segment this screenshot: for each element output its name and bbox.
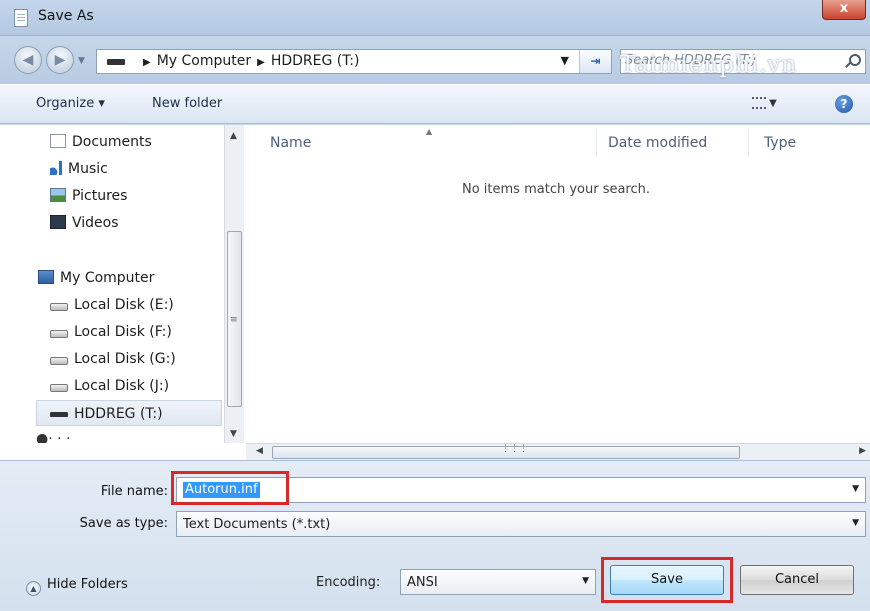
navigation-pane: Documents Music Pictures Videos My Compu… — [0, 125, 224, 443]
column-header-date-modified[interactable]: Date modified — [608, 135, 707, 151]
title-bar: Save As x — [0, 0, 870, 36]
sidebar-item-local-disk-e[interactable]: Local Disk (E:) — [50, 292, 174, 318]
disk-icon — [50, 330, 68, 338]
save-as-type-select[interactable]: Text Documents (*.txt) ▼ — [176, 511, 866, 537]
column-header-name[interactable]: Name — [270, 135, 311, 151]
sidebar-item-label: Local Disk (J:) — [74, 378, 170, 394]
view-list-icon — [752, 97, 766, 109]
search-icon[interactable] — [849, 54, 861, 66]
sidebar-item-documents[interactable]: Documents — [50, 129, 152, 155]
breadcrumb-hddreg[interactable]: HDDREG (T:) — [271, 53, 360, 69]
watermark: Taimienphi.vn — [620, 52, 798, 78]
sidebar-item-local-disk-g[interactable]: Local Disk (G:) — [50, 346, 176, 372]
sidebar-scrollbar[interactable]: ▲ ≡ ▼ — [224, 125, 244, 443]
sidebar-item-my-computer[interactable]: My Computer — [38, 265, 154, 291]
notepad-icon — [14, 9, 28, 27]
new-folder-button[interactable]: New folder — [152, 96, 222, 111]
pictures-icon — [50, 188, 66, 202]
recent-pages-dropdown[interactable]: ▼ — [78, 56, 85, 66]
disk-icon — [50, 384, 68, 392]
file-name-label: File name: — [100, 484, 168, 499]
scroll-down-icon[interactable]: ▼ — [230, 429, 237, 439]
highlight-box — [601, 557, 733, 603]
sidebar-item-label: HDDREG (T:) — [74, 406, 163, 422]
sidebar-item-label: Local Disk (G:) — [74, 351, 176, 367]
sidebar-item-network-partial: ●· · · — [36, 431, 71, 443]
hide-folders-label: Hide Folders — [47, 577, 128, 592]
sidebar-item-local-disk-f[interactable]: Local Disk (F:) — [50, 319, 172, 345]
chevron-right-icon: ▶ — [143, 57, 151, 68]
sidebar-item-pictures[interactable]: Pictures — [50, 183, 127, 209]
command-bar: Organize ▾ New folder ▼ ? — [0, 84, 870, 124]
scroll-right-icon[interactable]: ▶ — [859, 446, 866, 456]
save-as-type-label: Save as type: — [79, 516, 168, 531]
highlight-box — [171, 471, 289, 505]
sidebar-item-label: Documents — [72, 134, 152, 150]
column-divider[interactable] — [596, 129, 597, 157]
chevron-up-icon: ▲ — [26, 581, 41, 596]
sidebar-item-label: Pictures — [72, 188, 128, 204]
sidebar-item-music[interactable]: Music — [50, 156, 108, 182]
empty-message: No items match your search. — [462, 182, 651, 197]
chevron-down-icon[interactable]: ▼ — [582, 576, 589, 586]
disk-icon — [50, 303, 68, 311]
encoding-select[interactable]: ANSI ▼ — [400, 569, 596, 595]
back-button[interactable]: ◀ — [14, 46, 42, 74]
sidebar-item-label: Local Disk (F:) — [74, 324, 172, 340]
music-icon — [50, 161, 62, 175]
sidebar-item-label: My Computer — [60, 270, 155, 286]
videos-icon — [50, 215, 66, 229]
sidebar-item-hddreg[interactable]: HDDREG (T:) — [36, 400, 222, 426]
organize-button[interactable]: Organize ▾ — [36, 96, 105, 111]
sidebar-item-label: Local Disk (E:) — [74, 297, 174, 313]
grip-icon: ≡ — [230, 315, 238, 325]
window-title: Save As — [38, 8, 94, 24]
save-as-type-value: Text Documents (*.txt) — [183, 517, 331, 532]
address-row: ◀ ▶ ▼ ▶ My Computer ▶ HDDREG (T:) ▼ ⇥ Taimi… — [0, 36, 870, 84]
file-list-scrollbar[interactable]: ◀ ⋮⋮⋮ ▶ — [246, 443, 870, 460]
column-divider[interactable] — [748, 129, 749, 157]
drive-icon — [107, 59, 125, 65]
grip-icon: ⋮⋮⋮ — [501, 444, 528, 454]
sidebar-item-label: Music — [68, 161, 108, 177]
breadcrumb-my-computer[interactable]: My Computer — [157, 53, 251, 69]
sidebar-item-local-disk-j[interactable]: Local Disk (J:) — [50, 373, 169, 399]
address-dropdown-icon[interactable]: ▼ — [561, 54, 569, 67]
breadcrumb: ▶ My Computer ▶ HDDREG (T:) — [137, 53, 359, 69]
refresh-button[interactable]: ⇥ — [579, 50, 611, 73]
scroll-left-icon[interactable]: ◀ — [256, 446, 263, 456]
help-icon[interactable]: ? — [835, 95, 853, 113]
close-button[interactable]: x — [822, 0, 866, 20]
file-list: ▲ Name Date modified Type No items match… — [246, 125, 870, 443]
chevron-down-icon[interactable]: ▼ — [852, 484, 859, 494]
cancel-button[interactable]: Cancel — [740, 565, 854, 595]
hide-folders-button[interactable]: ▲ Hide Folders — [26, 577, 128, 596]
chevron-down-icon[interactable]: ▼ — [852, 518, 859, 528]
scrollbar-thumb[interactable]: ⋮⋮⋮ — [272, 444, 740, 459]
documents-icon — [50, 134, 66, 148]
sort-arrow-icon: ▲ — [426, 127, 433, 136]
encoding-value: ANSI — [407, 575, 438, 590]
scroll-up-icon[interactable]: ▲ — [230, 131, 237, 141]
disk-icon — [50, 357, 68, 365]
encoding-label: Encoding: — [316, 575, 381, 590]
sidebar-item-label: Videos — [72, 215, 119, 231]
views-button[interactable]: ▼ — [752, 97, 796, 113]
address-bar[interactable]: ▶ My Computer ▶ HDDREG (T:) ▼ ⇥ — [96, 49, 612, 74]
forward-button[interactable]: ▶ — [46, 46, 74, 74]
main-area: Documents Music Pictures Videos My Compu… — [0, 125, 870, 460]
chevron-right-icon: ▶ — [257, 57, 265, 68]
column-header-type[interactable]: Type — [764, 135, 796, 151]
computer-icon — [38, 270, 54, 284]
sidebar-item-videos[interactable]: Videos — [50, 210, 119, 236]
drive-icon — [50, 412, 68, 417]
save-form: File name: Autorun.inf ▼ Save as type: T… — [0, 460, 870, 611]
